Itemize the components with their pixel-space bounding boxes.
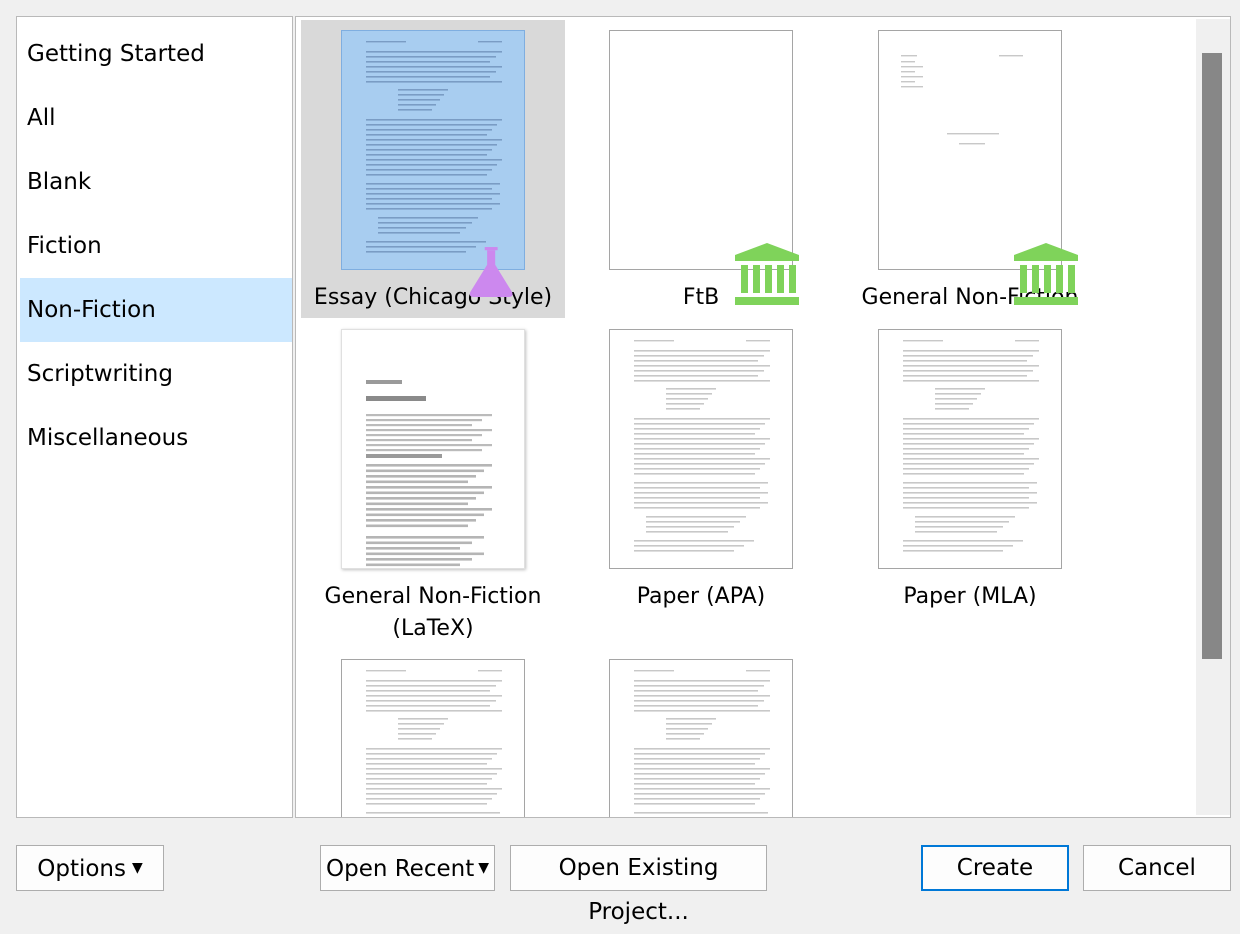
options-button[interactable]: Options ▼ [16, 845, 164, 891]
flask-icon [469, 247, 513, 297]
template-thumbnail [609, 30, 793, 270]
page-preview-text [366, 380, 492, 567]
category-sidebar: Getting Started All Blank Fiction Non-Fi… [16, 16, 293, 818]
template-thumbnail [609, 659, 793, 817]
category-non-fiction[interactable]: Non-Fiction [20, 278, 292, 342]
page-preview-text [901, 55, 1023, 145]
scrollbar-thumb[interactable] [1202, 53, 1222, 659]
category-fiction[interactable]: Fiction [20, 214, 292, 278]
template-label: Paper (APA) [636, 584, 766, 609]
category-miscellaneous[interactable]: Miscellaneous [20, 406, 292, 470]
cancel-button[interactable]: Cancel [1083, 845, 1231, 891]
dropdown-arrow-icon: ▼ [131, 860, 143, 876]
template-grid: Essay (Chicago Style) FtB General Non-Fi… [295, 16, 1231, 818]
template-thumbnail [878, 30, 1062, 270]
options-label: Options [37, 856, 126, 882]
institution-icon [1014, 243, 1078, 305]
create-button[interactable]: Create [921, 845, 1069, 891]
category-blank[interactable]: Blank [20, 150, 292, 214]
open-recent-label: Open Recent [325, 856, 475, 882]
template-label: Essay (Chicago Style) [313, 285, 553, 310]
page-preview-text [634, 340, 770, 552]
page-preview-text [366, 41, 502, 253]
open-recent-button[interactable]: Open Recent ▼ [320, 845, 495, 891]
page-preview-text [366, 670, 502, 814]
template-thumbnail [878, 329, 1062, 569]
template-label: Paper (MLA) [903, 584, 1037, 609]
template-thumbnail [341, 329, 525, 569]
dropdown-arrow-icon: ▼ [478, 860, 489, 876]
template-thumbnail [341, 659, 525, 817]
category-all[interactable]: All [20, 86, 292, 150]
category-scriptwriting[interactable]: Scriptwriting [20, 342, 292, 406]
template-thumbnail [609, 329, 793, 569]
category-getting-started[interactable]: Getting Started [20, 22, 292, 86]
page-preview-text [634, 670, 770, 814]
open-existing-project-button[interactable]: Open Existing Project... [510, 845, 767, 925]
page-preview-text [903, 340, 1039, 552]
template-label: General Non-Fiction (LaTeX) [324, 584, 542, 641]
template-thumbnail [341, 30, 525, 270]
institution-icon [735, 243, 799, 305]
